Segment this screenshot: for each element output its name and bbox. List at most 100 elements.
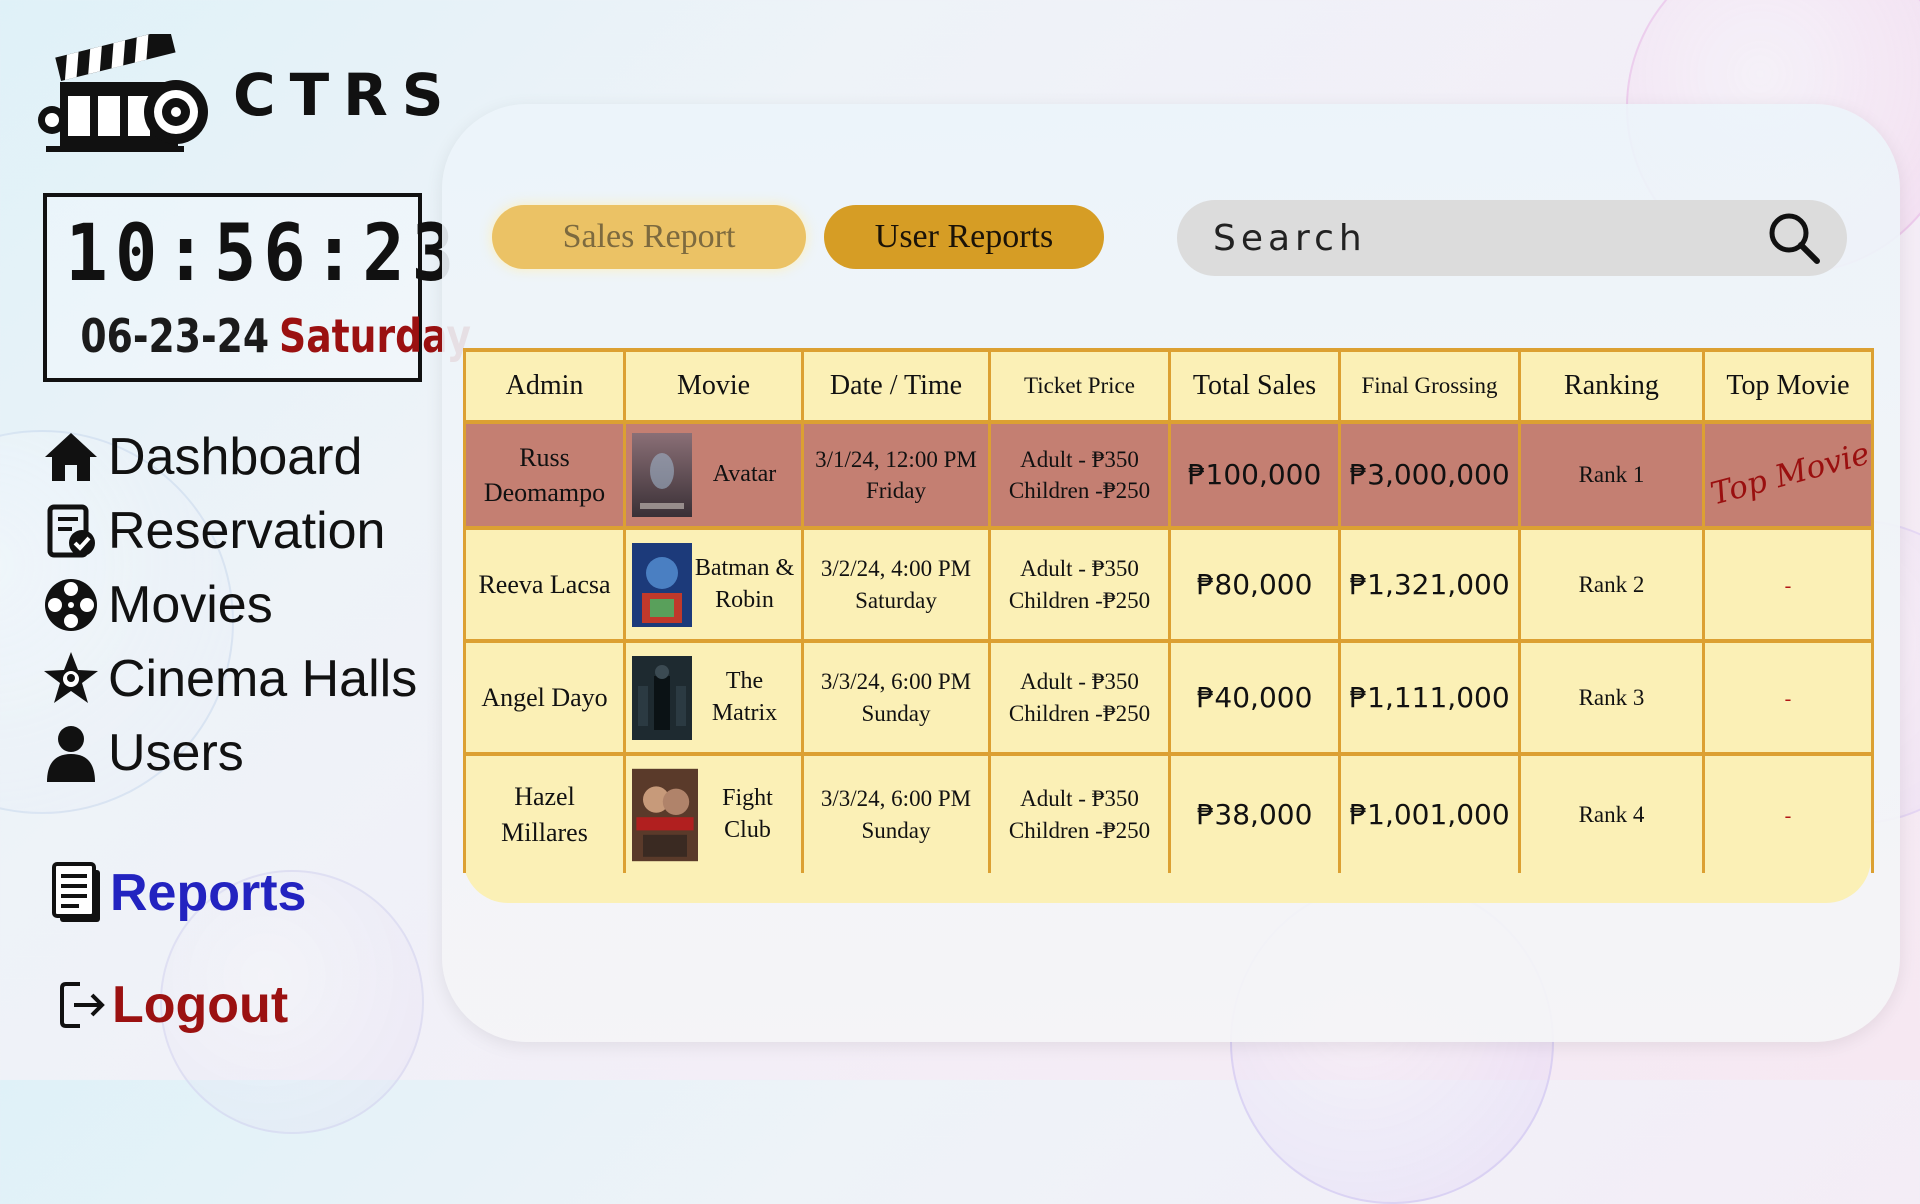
nav-label-reservation: Reservation	[108, 502, 386, 560]
adult-price: Adult - ₱350	[1020, 446, 1139, 472]
datetime-cell: 3/2/24, 4:00 PM Saturday	[801, 528, 991, 643]
movie-poster-image	[632, 542, 692, 627]
ticket-price-cell: Adult - ₱350 Children -₱250	[988, 641, 1171, 756]
date-time: 3/3/24, 6:00 PM	[820, 786, 972, 812]
admin-cell: Angel Dayo	[463, 641, 626, 756]
header-admin: Admin	[463, 348, 626, 424]
clock-date: 06-23-24	[80, 309, 270, 363]
day-of-week: Sunday	[861, 817, 931, 843]
film-reel-icon	[42, 576, 100, 634]
top-movie-badge: Top Movie	[1706, 435, 1874, 513]
top-movie-cell: Top Movie	[1702, 422, 1874, 530]
nav-item-dashboard[interactable]: Dashboard	[42, 420, 417, 494]
sales-table-container: Admin Movie Date / Time Ticket Price Tot…	[463, 348, 1874, 903]
ticket-price-cell: Adult - ₱350 Children -₱250	[988, 528, 1171, 643]
total-sales-cell: ₱38,000	[1168, 754, 1341, 873]
sidebar-nav: Dashboard Reservation Movies Cinema Hall…	[42, 420, 417, 790]
final-grossing-cell: ₱1,321,000	[1338, 528, 1521, 643]
clock-widget: 10:56:23 06-23-24 Saturday	[43, 193, 471, 382]
nav-item-cinema-halls[interactable]: Cinema Halls	[42, 642, 417, 716]
rank-cell: Rank 4	[1518, 754, 1705, 873]
total-sales-cell: ₱100,000	[1168, 422, 1341, 530]
nav-label-reports: Reports	[110, 864, 307, 922]
admin-cell: Hazel Millares	[463, 754, 626, 873]
final-grossing-cell: ₱3,000,000	[1338, 422, 1521, 530]
day-of-week: Sunday	[861, 700, 931, 726]
datetime-cell: 3/3/24, 6:00 PM Sunday	[801, 754, 991, 873]
header-top-movie: Top Movie	[1702, 348, 1874, 424]
search-icon[interactable]	[1767, 211, 1821, 265]
reservation-icon	[42, 502, 100, 560]
final-grossing-cell: ₱1,111,000	[1338, 641, 1521, 756]
home-icon	[42, 428, 100, 486]
table-header-row: Admin Movie Date / Time Ticket Price Tot…	[463, 348, 1874, 424]
clapperboard-icon	[38, 34, 208, 152]
nav-item-reports[interactable]: Reports	[52, 862, 306, 924]
datetime-cell: 3/3/24, 6:00 PM Sunday	[801, 641, 991, 756]
table-row[interactable]: Hazel Millares Fight Club 3/3/24, 6:00 P…	[463, 754, 1874, 873]
cinema-hall-icon	[42, 650, 100, 708]
header-total-sales: Total Sales	[1168, 348, 1341, 424]
ticket-price-cell: Adult - ₱350 Children -₱250	[988, 754, 1171, 873]
date-time: 3/3/24, 6:00 PM	[820, 669, 972, 695]
search-input[interactable]	[1211, 216, 1755, 260]
nav-label-users: Users	[108, 724, 244, 782]
date-time: 3/2/24, 4:00 PM	[820, 556, 972, 582]
nav-label-cinema-halls: Cinema Halls	[108, 650, 418, 708]
app-logo: CTRS	[36, 34, 458, 156]
nav-item-reservation[interactable]: Reservation	[42, 494, 417, 568]
clock-date-line: 06-23-24 Saturday	[80, 313, 471, 359]
total-sales-cell: ₱40,000	[1168, 641, 1341, 756]
movie-poster-image	[632, 768, 698, 861]
document-icon	[52, 862, 100, 922]
adult-price: Adult - ₱350	[1020, 786, 1139, 812]
clock-time: 10:56:23	[65, 209, 462, 299]
nav-label-movies: Movies	[108, 576, 273, 634]
top-movie-cell: -	[1702, 754, 1874, 873]
movie-poster-image	[632, 655, 692, 740]
header-final-grossing: Final Grossing	[1338, 348, 1521, 424]
sales-table: Admin Movie Date / Time Ticket Price Tot…	[463, 348, 1874, 873]
movie-cell: Batman & Robin	[623, 528, 804, 643]
nav-label-dashboard: Dashboard	[108, 428, 363, 486]
final-grossing-cell: ₱1,001,000	[1338, 754, 1521, 873]
header-ranking: Ranking	[1518, 348, 1705, 424]
tab-sales-report[interactable]: Sales Report	[492, 205, 806, 269]
top-movie-empty: -	[1784, 804, 1792, 827]
total-sales-cell: ₱80,000	[1168, 528, 1341, 643]
datetime-cell: 3/1/24, 12:00 PM Friday	[801, 422, 991, 530]
movie-title: The Matrix	[711, 668, 778, 726]
rank-cell: Rank 2	[1518, 528, 1705, 643]
movie-cell: Avatar	[623, 422, 804, 530]
ticket-price-cell: Adult - ₱350 Children -₱250	[988, 422, 1171, 530]
movie-title: Fight Club	[722, 785, 773, 843]
children-price: Children -₱250	[1008, 817, 1151, 843]
logout-icon	[60, 982, 105, 1028]
table-row[interactable]: Russ Deomampo Avatar 3/1/24, 12:00 PM Fri…	[463, 422, 1874, 530]
top-movie-empty: -	[1784, 574, 1792, 597]
user-icon	[42, 724, 100, 782]
rank-cell: Rank 3	[1518, 641, 1705, 756]
nav-item-users[interactable]: Users	[42, 716, 417, 790]
adult-price: Adult - ₱350	[1020, 669, 1139, 695]
date-time: 3/1/24, 12:00 PM	[815, 446, 977, 472]
top-movie-empty: -	[1784, 687, 1792, 710]
tab-user-reports[interactable]: User Reports	[824, 205, 1104, 269]
table-row[interactable]: Angel Dayo The Matrix 3/3/24, 6:00 PM Sun…	[463, 641, 1874, 756]
day-of-week: Saturday	[855, 587, 937, 613]
search-bar	[1177, 200, 1847, 276]
table-row[interactable]: Reeva Lacsa Batman & Robin 3/2/24, 4:00 …	[463, 528, 1874, 643]
children-price: Children -₱250	[1008, 700, 1151, 726]
movie-title: Avatar	[712, 461, 777, 488]
rank-cell: Rank 1	[1518, 422, 1705, 530]
movie-title: Batman & Robin	[694, 555, 795, 613]
header-datetime: Date / Time	[801, 348, 991, 424]
day-of-week: Friday	[865, 478, 927, 503]
movie-cell: Fight Club	[623, 754, 804, 873]
adult-price: Adult - ₱350	[1020, 556, 1139, 582]
nav-item-movies[interactable]: Movies	[42, 568, 417, 642]
admin-cell: Reeva Lacsa	[463, 528, 626, 643]
children-price: Children -₱250	[1008, 587, 1151, 613]
logout-button[interactable]: Logout	[58, 975, 288, 1035]
header-ticket-price: Ticket Price	[988, 348, 1171, 424]
